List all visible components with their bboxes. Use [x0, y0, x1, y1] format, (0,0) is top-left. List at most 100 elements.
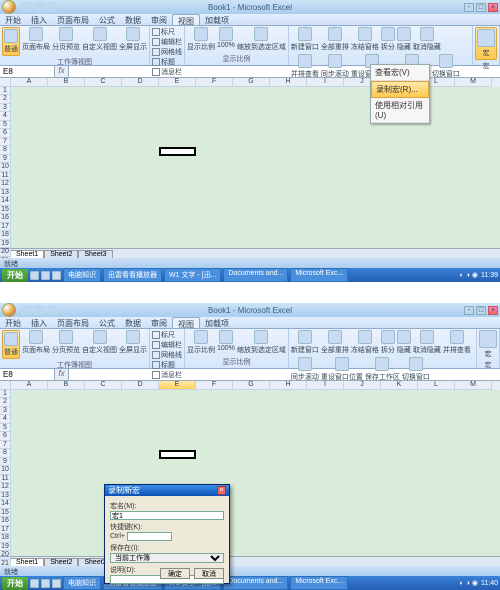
ribbon-button[interactable]: 重设窗口位置 [321, 357, 363, 382]
qat-undo-icon[interactable] [34, 2, 44, 12]
qat-redo-icon[interactable] [47, 2, 57, 12]
ribbon-button[interactable]: 同步滚动 [321, 54, 349, 79]
ribbon-button[interactable]: 全部重排 [321, 330, 349, 355]
macros-button[interactable]: 宏 [475, 27, 497, 60]
column-header[interactable]: G [233, 381, 270, 390]
row-header[interactable]: 17 [0, 223, 11, 232]
column-header[interactable]: E [159, 78, 196, 87]
dropdown-item[interactable]: 查看宏(V) [371, 65, 429, 81]
row-header[interactable]: 19 [0, 543, 11, 552]
tab-2[interactable]: 页面布局 [52, 317, 94, 328]
row-header[interactable]: 10 [0, 466, 11, 475]
row-header[interactable]: 1 [0, 87, 11, 96]
ribbon-button[interactable]: 同步滚动 [291, 357, 319, 382]
ribbon-button[interactable]: 100% [217, 330, 235, 352]
cancel-button[interactable]: 取消 [194, 568, 224, 579]
sheet-tab[interactable]: Sheet3 [78, 250, 112, 258]
ribbon-button[interactable]: 缩放到选定区域 [237, 27, 286, 52]
row-header[interactable]: 1 [0, 390, 11, 399]
ribbon-checkbox[interactable]: 编辑栏 [152, 37, 182, 47]
taskbar-item[interactable]: Microsoft Exc... [290, 576, 348, 590]
column-header[interactable]: E [159, 381, 196, 390]
ribbon-button[interactable]: 取消隐藏 [413, 330, 441, 355]
tab-6[interactable]: 视图 [172, 14, 200, 25]
minimize-button[interactable]: - [464, 306, 474, 315]
row-header[interactable]: 20 [0, 248, 11, 257]
column-header[interactable]: F [196, 381, 233, 390]
row-header[interactable]: 3 [0, 104, 11, 113]
row-header[interactable]: 11 [0, 172, 11, 181]
row-header[interactable]: 3 [0, 407, 11, 416]
sheet-tab[interactable]: Sheet2 [44, 558, 78, 566]
taskbar-item[interactable]: Microsoft Exc... [290, 268, 348, 282]
column-header[interactable]: B [48, 78, 85, 87]
column-header[interactable]: A [11, 78, 48, 87]
tab-3[interactable]: 公式 [94, 14, 120, 25]
ribbon-checkbox[interactable]: 消息栏 [152, 370, 182, 380]
ribbon-checkbox[interactable]: 消息栏 [152, 67, 182, 77]
ribbon-checkbox[interactable]: 网格线 [152, 47, 182, 57]
column-header[interactable]: I [307, 78, 344, 87]
ribbon-checkbox[interactable]: 编辑栏 [152, 340, 182, 350]
dialog-close-button[interactable]: × [217, 486, 226, 495]
ribbon-button[interactable]: 保存工作区 [365, 357, 400, 382]
clock[interactable]: 11:39 [481, 272, 498, 279]
tab-0[interactable]: 开始 [0, 14, 26, 25]
row-header[interactable]: 13 [0, 189, 11, 198]
column-header[interactable]: C [85, 78, 122, 87]
sheet-tab[interactable]: Sheet1 [10, 558, 44, 566]
column-header[interactable]: A [11, 381, 48, 390]
tab-7[interactable]: 加载项 [200, 317, 234, 328]
column-header[interactable]: J [344, 381, 381, 390]
qat-save-icon[interactable] [21, 2, 31, 12]
row-header[interactable]: 9 [0, 458, 11, 467]
ribbon-button[interactable]: 页面布局 [22, 27, 50, 52]
ribbon-button[interactable]: 拆分 [381, 27, 395, 52]
start-button[interactable]: 开始 [2, 577, 28, 590]
row-header[interactable]: 8 [0, 146, 11, 155]
taskbar-item[interactable]: Documents and... [223, 576, 288, 590]
column-header[interactable]: M [455, 381, 492, 390]
tab-5[interactable]: 审阅 [146, 317, 172, 328]
ribbon-checkbox[interactable]: 网格线 [152, 350, 182, 360]
ribbon-button[interactable]: 冻结窗格 [351, 330, 379, 355]
sheet-tab[interactable]: Sheet1 [10, 250, 44, 258]
store-in-select[interactable]: 当前工作簿 [110, 553, 224, 563]
office-button[interactable] [2, 303, 16, 317]
taskbar-item[interactable]: 迅雷看看播放器 [103, 268, 162, 282]
row-header[interactable]: 15 [0, 206, 11, 215]
cells-area[interactable] [11, 390, 500, 556]
row-header[interactable]: 5 [0, 121, 11, 130]
row-header[interactable]: 9 [0, 155, 11, 164]
column-header[interactable]: H [270, 78, 307, 87]
taskbar-item[interactable]: 电脑知识 [63, 576, 101, 590]
row-header[interactable]: 17 [0, 526, 11, 535]
row-header[interactable]: 7 [0, 138, 11, 147]
dropdown-item[interactable]: 录制宏(R)... [371, 81, 429, 98]
row-header[interactable]: 18 [0, 534, 11, 543]
ribbon-checkbox[interactable]: 标题 [152, 57, 182, 67]
ribbon-button[interactable]: 分页预览 [52, 27, 80, 52]
ribbon-button[interactable]: 显示比例 [187, 330, 215, 355]
column-header[interactable]: I [307, 381, 344, 390]
ribbon-button[interactable]: 并排查看 [443, 330, 471, 355]
maximize-button[interactable]: □ [476, 306, 486, 315]
tab-2[interactable]: 页面布局 [52, 14, 94, 25]
column-header[interactable]: H [270, 381, 307, 390]
ribbon-checkbox[interactable]: 标尺 [152, 330, 182, 340]
column-header[interactable]: D [122, 381, 159, 390]
minimize-button[interactable]: - [464, 3, 474, 12]
dropdown-item[interactable]: 使用相对引用(U) [371, 98, 429, 123]
start-button[interactable]: 开始 [2, 269, 28, 282]
row-header[interactable]: 4 [0, 112, 11, 121]
column-header[interactable]: B [48, 381, 85, 390]
row-header[interactable]: 19 [0, 240, 11, 249]
tab-3[interactable]: 公式 [94, 317, 120, 328]
ribbon-button[interactable]: 拆分 [381, 330, 395, 355]
qat-redo-icon[interactable] [47, 305, 57, 315]
ribbon-button[interactable]: 冻结窗格 [351, 27, 379, 52]
macros-button[interactable]: 宏 [479, 330, 497, 359]
spreadsheet-grid[interactable]: 123456789101112131415161718192021 ABCDEF… [0, 381, 500, 556]
row-header[interactable]: 5 [0, 424, 11, 433]
row-header[interactable]: 13 [0, 492, 11, 501]
